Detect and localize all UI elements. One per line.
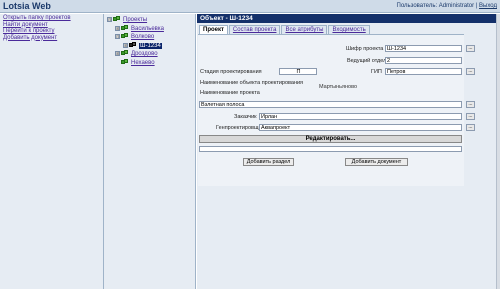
user-label: Пользователь: Administrator	[396, 3, 475, 9]
separator: |	[475, 3, 478, 9]
gip-browse-button[interactable]: ...	[466, 68, 475, 75]
folder-icon	[121, 24, 129, 31]
tab-bar: Проект Состав проекта Все атрибуты Входи…	[199, 25, 371, 34]
object-name-label: Наименование объекта проектирования	[200, 80, 304, 86]
tab-inclusion[interactable]: Входимость	[328, 25, 370, 34]
gip-label: ГИП	[371, 69, 382, 75]
gen-designer-field[interactable]: Аквапроект	[259, 124, 462, 131]
menu-open-projects-folder[interactable]: Открыть папку проектов	[3, 15, 71, 21]
folder-icon	[121, 50, 129, 56]
add-document-button[interactable]: Добавить документ	[345, 158, 408, 166]
project-name-field[interactable]: Взлетная полоса	[199, 101, 462, 108]
menu-add-document[interactable]: Добавить документ	[3, 35, 57, 41]
tree-label-projects[interactable]: Проекты	[123, 17, 147, 23]
left-menu: Открыть папку проектов Найти документ Пе…	[0, 14, 104, 289]
stage-field[interactable]: П	[279, 68, 317, 75]
cipher-browse-button[interactable]: ...	[466, 45, 475, 52]
customer-browse-button[interactable]: ...	[466, 113, 475, 120]
cipher-field[interactable]: Ш-1234	[385, 45, 462, 52]
object-title: Объект - Ш-1234	[197, 14, 500, 23]
menu-find-document[interactable]: Найти документ	[3, 22, 48, 28]
lead-dept-field[interactable]: 2	[385, 57, 462, 64]
expand-toggle-icon[interactable]: ⊞	[123, 42, 128, 48]
customer-label: Заказчик	[234, 114, 257, 120]
tree-label-nekhaevo[interactable]: Нехаево	[131, 60, 155, 66]
tab-project[interactable]: Проект	[199, 25, 228, 34]
tree-node-drozdovo: ⊞ Дроздово	[107, 50, 192, 59]
object-name-value: Мартыньяново	[319, 84, 358, 90]
project-tree: ⊟ Проекты ⊞ Васильевка ⊟ Волково ⊞ Ш-1234 ⊞ Д…	[104, 14, 196, 289]
folder-icon	[121, 33, 129, 39]
project-name-browse-button[interactable]: ...	[466, 101, 475, 108]
tab-project-composition[interactable]: Состав проекта	[228, 25, 281, 34]
tree-node-nekhaevo: Нехаево	[107, 58, 192, 68]
folder-icon	[113, 16, 121, 22]
project-icon	[129, 41, 137, 48]
vertical-scrollbar[interactable]	[496, 14, 500, 289]
gip-field[interactable]: Петров	[385, 68, 462, 75]
tree-node-vasilyevka: ⊞ Васильевка	[107, 24, 192, 34]
app-title: Lotsia Web	[3, 1, 51, 11]
object-panel: Объект - Ш-1234 Проект Состав проекта Вс…	[197, 14, 500, 289]
tree-node-projects: ⊟ Проекты	[107, 16, 192, 25]
project-name-label: Наименование проекта	[200, 90, 260, 96]
tree-label-volkovo[interactable]: Волково	[131, 34, 154, 40]
tree-label-sh1234[interactable]: Ш-1234	[139, 42, 162, 49]
tree-node-volkovo: ⊟ Волково	[107, 33, 192, 42]
cipher-label: Шифр проекта	[346, 46, 384, 52]
expand-toggle-icon[interactable]: ⊞	[115, 25, 120, 31]
collapse-toggle-icon[interactable]: ⊟	[107, 17, 112, 22]
tab-all-attributes[interactable]: Все атрибуты	[281, 25, 328, 34]
folder-icon	[121, 58, 129, 65]
top-bar: Lotsia Web Пользователь: Administrator |…	[0, 0, 500, 13]
gen-designer-browse-button[interactable]: ...	[466, 124, 475, 131]
status-bar	[199, 146, 462, 152]
tree-label-vasilyevka[interactable]: Васильевка	[131, 26, 164, 32]
add-section-button[interactable]: Добавить раздел	[243, 158, 294, 166]
tree-node-sh1234: ⊞ Ш-1234	[107, 41, 192, 51]
edit-button[interactable]: Редактировать...	[199, 135, 462, 143]
stage-label: Стадия проектирования	[200, 69, 262, 75]
logout-link[interactable]: Выход	[479, 3, 497, 9]
user-area: Пользователь: Administrator | Выход	[397, 3, 497, 9]
gen-designer-label: Генпроектировщик	[216, 125, 264, 131]
project-form: Шифр проекта Ш-1234 ... Ведущий отдел 2 …	[198, 34, 475, 186]
lead-dept-label: Ведущий отдел	[347, 58, 387, 64]
expand-toggle-icon[interactable]: ⊞	[115, 51, 120, 57]
collapse-toggle-icon[interactable]: ⊟	[115, 34, 120, 40]
tree-label-drozdovo[interactable]: Дроздово	[131, 51, 158, 57]
menu-go-to-project[interactable]: Перейти к проекту	[3, 28, 55, 34]
customer-field[interactable]: Ирлан	[259, 113, 462, 120]
